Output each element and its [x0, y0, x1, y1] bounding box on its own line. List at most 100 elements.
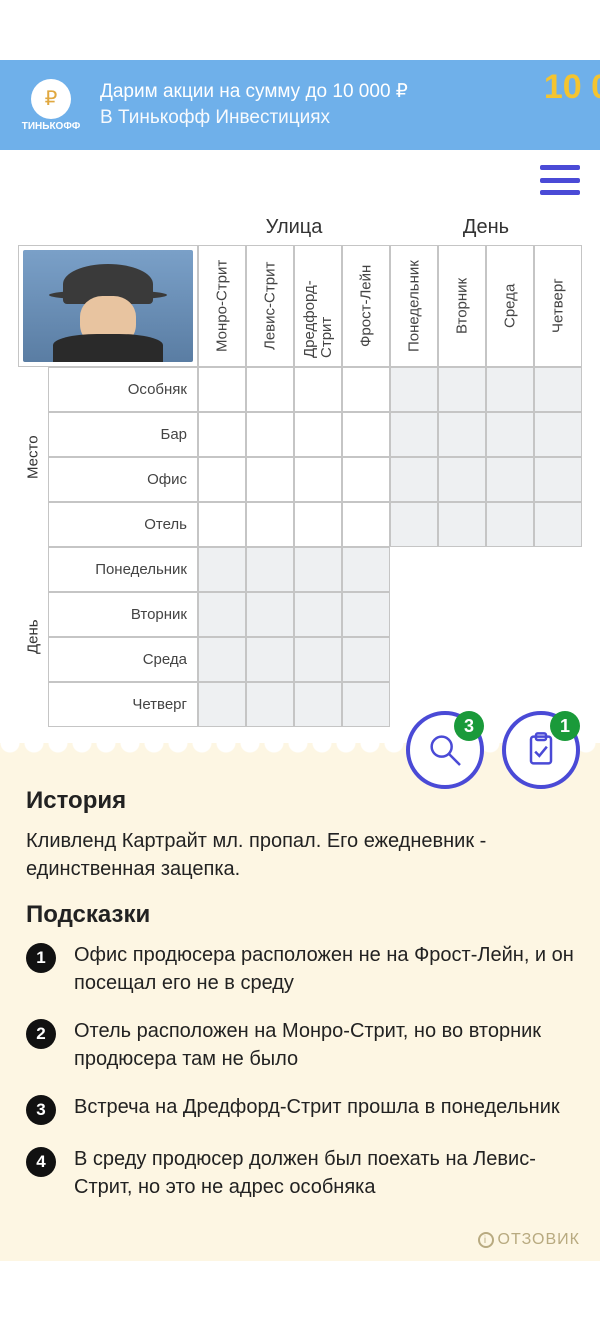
- grid-cell[interactable]: [534, 502, 582, 547]
- avatar-corner: [18, 245, 198, 367]
- grid-cell[interactable]: [342, 502, 390, 547]
- grid-cell[interactable]: [342, 682, 390, 727]
- col-street-3: Фрост-Лейн: [342, 245, 390, 367]
- side-group-place: Место: [18, 367, 48, 547]
- clue-num: 4: [26, 1147, 56, 1177]
- ad-line2: В Тинькофф Инвестициях: [100, 105, 584, 131]
- grid-cell[interactable]: [246, 637, 294, 682]
- grid-cell[interactable]: [294, 412, 342, 457]
- hints-button[interactable]: 3: [406, 711, 484, 789]
- void-cell: [534, 592, 582, 637]
- void-cell: [486, 637, 534, 682]
- grid-cell[interactable]: [246, 682, 294, 727]
- grid-cell[interactable]: [486, 457, 534, 502]
- grid-cell[interactable]: [294, 592, 342, 637]
- void-cell: [438, 592, 486, 637]
- ad-decoration: 10 0: [544, 68, 600, 107]
- ad-brand: ТИНЬКОФФ: [22, 121, 81, 132]
- void-cell: [390, 637, 438, 682]
- story-title: История: [26, 787, 574, 815]
- ad-logo: ₽ ТИНЬКОФФ: [16, 79, 86, 132]
- grid-cell[interactable]: [198, 547, 246, 592]
- side-group-day: День: [18, 547, 48, 727]
- col-street-0: Монро-Стрит: [198, 245, 246, 367]
- grid-cell[interactable]: [246, 412, 294, 457]
- grid-cell[interactable]: [246, 367, 294, 412]
- grid-cell[interactable]: [294, 547, 342, 592]
- grid-cell[interactable]: [438, 412, 486, 457]
- void-cell: [486, 547, 534, 592]
- clues-list: 1Офис продюсера расположен не на Фрост-Л…: [26, 941, 574, 1201]
- grid-cell[interactable]: [342, 457, 390, 502]
- grid-cell[interactable]: [390, 367, 438, 412]
- grid-cell[interactable]: [294, 367, 342, 412]
- check-button[interactable]: 1: [502, 711, 580, 789]
- clue-item: 4В среду продюсер должен был поехать на …: [26, 1145, 574, 1201]
- grid-cell[interactable]: [246, 592, 294, 637]
- grid-cell[interactable]: [486, 502, 534, 547]
- grid-cell[interactable]: [294, 682, 342, 727]
- hints-badge: 3: [454, 711, 484, 741]
- grid-cell[interactable]: [438, 457, 486, 502]
- col-day-3: Четверг: [534, 245, 582, 367]
- grid-cell[interactable]: [342, 412, 390, 457]
- col-day-0: Понедельник: [390, 245, 438, 367]
- grid-cell[interactable]: [294, 637, 342, 682]
- grid-cell[interactable]: [198, 502, 246, 547]
- grid-cell[interactable]: [438, 367, 486, 412]
- void-cell: [534, 637, 582, 682]
- clue-item: 3 Встреча на Дредфорд-Стрит прошла в поне…: [26, 1093, 574, 1125]
- grid-cell[interactable]: [342, 592, 390, 637]
- clue-item: 1Офис продюсера расположен не на Фрост-Л…: [26, 941, 574, 997]
- nav-row: [0, 150, 600, 210]
- grid-cell[interactable]: [198, 592, 246, 637]
- grid-cell[interactable]: [198, 637, 246, 682]
- top-group-titles: Улица День: [198, 210, 582, 245]
- void-cell: [438, 547, 486, 592]
- row-day-3: Четверг: [48, 682, 198, 727]
- ad-text: Дарим акции на сумму до 10 000 ₽ В Тиньк…: [100, 79, 584, 130]
- logic-grid: Монро-Стрит Левис-Стрит Дредфорд-Стрит Ф…: [18, 245, 582, 727]
- watermark-text: ОТЗОВИК: [498, 1231, 580, 1249]
- grid-cell[interactable]: [534, 367, 582, 412]
- clue-num: 3: [26, 1095, 56, 1125]
- grid-cell[interactable]: [246, 502, 294, 547]
- void-cell: [534, 547, 582, 592]
- grid-cell[interactable]: [534, 412, 582, 457]
- grid-cell[interactable]: [390, 457, 438, 502]
- grid-cell[interactable]: [294, 502, 342, 547]
- check-badge: 1: [550, 711, 580, 741]
- col-day-2: Среда: [486, 245, 534, 367]
- grid-cell[interactable]: [198, 682, 246, 727]
- grid-cell[interactable]: [534, 457, 582, 502]
- grid-cell[interactable]: [198, 367, 246, 412]
- grid-cell[interactable]: [342, 547, 390, 592]
- row-day-0: Понедельник: [48, 547, 198, 592]
- col-street-1: Левис-Стрит: [246, 245, 294, 367]
- clues-title: Подсказки: [26, 901, 574, 929]
- story-text: Кливленд Картрайт мл. пропал. Его ежедне…: [26, 827, 574, 883]
- logic-grid-wrap: Улица День Монро-Стрит Левис-Стрит Дредф…: [0, 210, 600, 755]
- grid-cell[interactable]: [246, 457, 294, 502]
- grid-cell[interactable]: [390, 412, 438, 457]
- clue-text: Встреча на Дредфорд-Стрит прошла в понед…: [74, 1093, 560, 1125]
- tinkoff-icon: ₽: [31, 79, 71, 119]
- col-street-2: Дредфорд-Стрит: [294, 245, 342, 367]
- menu-button[interactable]: [540, 165, 580, 195]
- grid-cell[interactable]: [294, 457, 342, 502]
- grid-cell[interactable]: [438, 502, 486, 547]
- grid-cell[interactable]: [342, 367, 390, 412]
- grid-cell[interactable]: [486, 367, 534, 412]
- grid-cell[interactable]: [486, 412, 534, 457]
- status-gap: [0, 0, 600, 60]
- void-cell: [438, 637, 486, 682]
- grid-cell[interactable]: [198, 412, 246, 457]
- grid-cell[interactable]: [246, 547, 294, 592]
- grid-cell[interactable]: [390, 502, 438, 547]
- grid-cell[interactable]: [342, 637, 390, 682]
- clue-text: Отель расположен на Монро-Стрит, но во в…: [74, 1017, 574, 1073]
- row-place-3: Отель: [48, 502, 198, 547]
- grid-cell[interactable]: [198, 457, 246, 502]
- void-cell: [486, 592, 534, 637]
- ad-banner[interactable]: ₽ ТИНЬКОФФ Дарим акции на сумму до 10 00…: [0, 60, 600, 150]
